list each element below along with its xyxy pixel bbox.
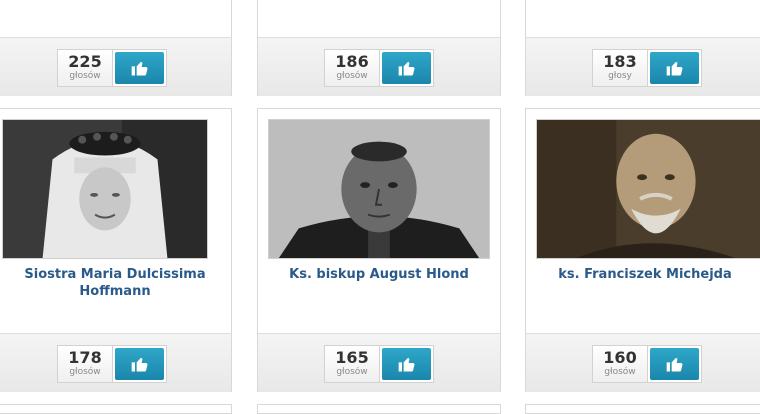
vote-count-label: głosów xyxy=(336,367,368,377)
candidate-card xyxy=(525,404,760,414)
vote-widget: 186 głosów xyxy=(324,49,434,87)
vote-count-label: głosy xyxy=(608,71,632,81)
thumbs-up-icon xyxy=(398,62,414,76)
vote-count: 160 głosów xyxy=(593,346,648,382)
candidate-card xyxy=(257,404,501,414)
candidate-card: Siostra Maria Dulcissima Hoffmann 178 gł… xyxy=(0,108,232,392)
candidate-card: ks. Franciszek Michejda 160 głosów xyxy=(525,108,760,392)
candidate-name[interactable]: Siostra Maria Dulcissima Hoffmann xyxy=(0,266,231,300)
like-button[interactable] xyxy=(115,52,164,84)
candidate-photo[interactable] xyxy=(268,119,490,259)
vote-widget: 183 głosy xyxy=(592,49,702,87)
vote-count-label: głosów xyxy=(604,367,636,377)
like-button[interactable] xyxy=(650,348,699,380)
vote-count-label: głosów xyxy=(336,71,368,81)
candidate-card xyxy=(0,404,232,414)
candidate-name[interactable]: Ks. biskup August Hlond xyxy=(258,266,500,283)
like-button[interactable] xyxy=(650,52,699,84)
candidate-photo[interactable] xyxy=(2,119,208,259)
vote-bar: 165 głosów xyxy=(258,333,500,392)
vote-count-label: głosów xyxy=(69,71,101,81)
vote-bar: 160 głosów xyxy=(526,333,760,392)
vote-count-number: 183 xyxy=(603,52,637,71)
vote-widget: 178 głosów xyxy=(57,345,167,383)
like-button[interactable] xyxy=(382,348,431,380)
vote-count: 183 głosy xyxy=(593,50,648,86)
candidate-card: 186 głosów xyxy=(257,0,501,96)
vote-widget: 165 głosów xyxy=(324,345,434,383)
vote-widget: 160 głosów xyxy=(592,345,702,383)
candidate-photo[interactable] xyxy=(536,119,760,259)
candidate-card: 225 głosów xyxy=(0,0,232,96)
vote-count-number: 165 xyxy=(335,348,369,367)
vote-bar: 183 głosy xyxy=(526,37,760,96)
vote-count-label: głosów xyxy=(69,367,101,377)
vote-bar: 178 głosów xyxy=(0,333,231,392)
vote-count: 225 głosów xyxy=(58,50,113,86)
thumbs-up-icon xyxy=(666,62,682,76)
vote-widget: 225 głosów xyxy=(57,49,167,87)
like-button[interactable] xyxy=(382,52,431,84)
candidate-card: 183 głosy xyxy=(525,0,760,96)
like-button[interactable] xyxy=(115,348,164,380)
thumbs-up-icon xyxy=(666,358,682,372)
candidate-name[interactable]: ks. Franciszek Michejda xyxy=(526,266,760,283)
vote-count: 165 głosów xyxy=(325,346,380,382)
thumbs-up-icon xyxy=(131,358,147,372)
vote-count-number: 186 xyxy=(335,52,369,71)
thumbs-up-icon xyxy=(131,62,147,76)
thumbs-up-icon xyxy=(398,358,414,372)
vote-count-number: 160 xyxy=(603,348,637,367)
vote-bar: 186 głosów xyxy=(258,37,500,96)
vote-bar: 225 głosów xyxy=(0,37,231,96)
vote-count-number: 178 xyxy=(68,348,102,367)
candidate-card: Ks. biskup August Hlond 165 głosów xyxy=(257,108,501,392)
vote-count: 178 głosów xyxy=(58,346,113,382)
vote-count: 186 głosów xyxy=(325,50,380,86)
vote-count-number: 225 xyxy=(68,52,102,71)
